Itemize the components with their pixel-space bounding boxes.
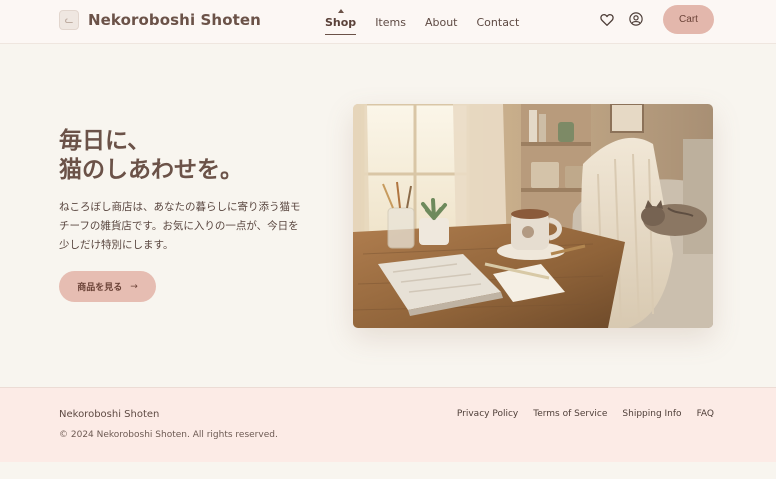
- hero-title-line2: 猫のしあわせを。: [59, 157, 243, 183]
- footer-copyright: © 2024 Nekoroboshi Shoten. All rights re…: [59, 430, 278, 440]
- cat-logo-icon: ᓚ: [59, 10, 79, 30]
- page-bottom: [0, 462, 776, 479]
- site-footer: Nekoroboshi Shoten © 2024 Nekoroboshi Sh…: [0, 387, 776, 462]
- nav-shop[interactable]: Shop: [325, 8, 357, 35]
- heart-icon[interactable]: [599, 11, 615, 27]
- footer-link-shipping[interactable]: Shipping Info: [622, 409, 681, 419]
- nav-about[interactable]: About: [425, 10, 458, 35]
- site-header: ᓚ Nekoroboshi Shoten Shop Items About Co…: [0, 0, 776, 44]
- hero-title: 毎日に、 猫のしあわせを。: [59, 127, 339, 185]
- main-nav: Shop Items About Contact: [325, 0, 538, 44]
- footer-link-terms[interactable]: Terms of Service: [533, 409, 607, 419]
- hero-description: ねころぼし商店は、あなたの暮らしに寄り添う猫モチーフの雑貨店です。お気に入りの一…: [59, 201, 301, 251]
- cart-button[interactable]: Cart: [663, 5, 714, 34]
- footer-link-faq[interactable]: FAQ: [697, 409, 714, 419]
- view-products-label: 商品を見る: [77, 283, 123, 293]
- brand-name: Nekoroboshi Shoten: [88, 11, 261, 29]
- arrow-right-icon: →: [130, 281, 138, 292]
- nav-items[interactable]: Items: [375, 10, 406, 35]
- hero-title-line1: 毎日に、: [59, 128, 151, 154]
- footer-brand-name: Nekoroboshi Shoten: [59, 409, 160, 420]
- brand-link[interactable]: ᓚ Nekoroboshi Shoten: [59, 9, 261, 31]
- view-products-button[interactable]: 商品を見る →: [59, 271, 156, 302]
- user-icon[interactable]: [628, 11, 644, 27]
- footer-link-privacy[interactable]: Privacy Policy: [457, 409, 518, 419]
- footer-links: Privacy Policy Terms of Service Shipping…: [442, 409, 714, 419]
- hero-image: [353, 104, 713, 328]
- nav-contact[interactable]: Contact: [477, 10, 520, 35]
